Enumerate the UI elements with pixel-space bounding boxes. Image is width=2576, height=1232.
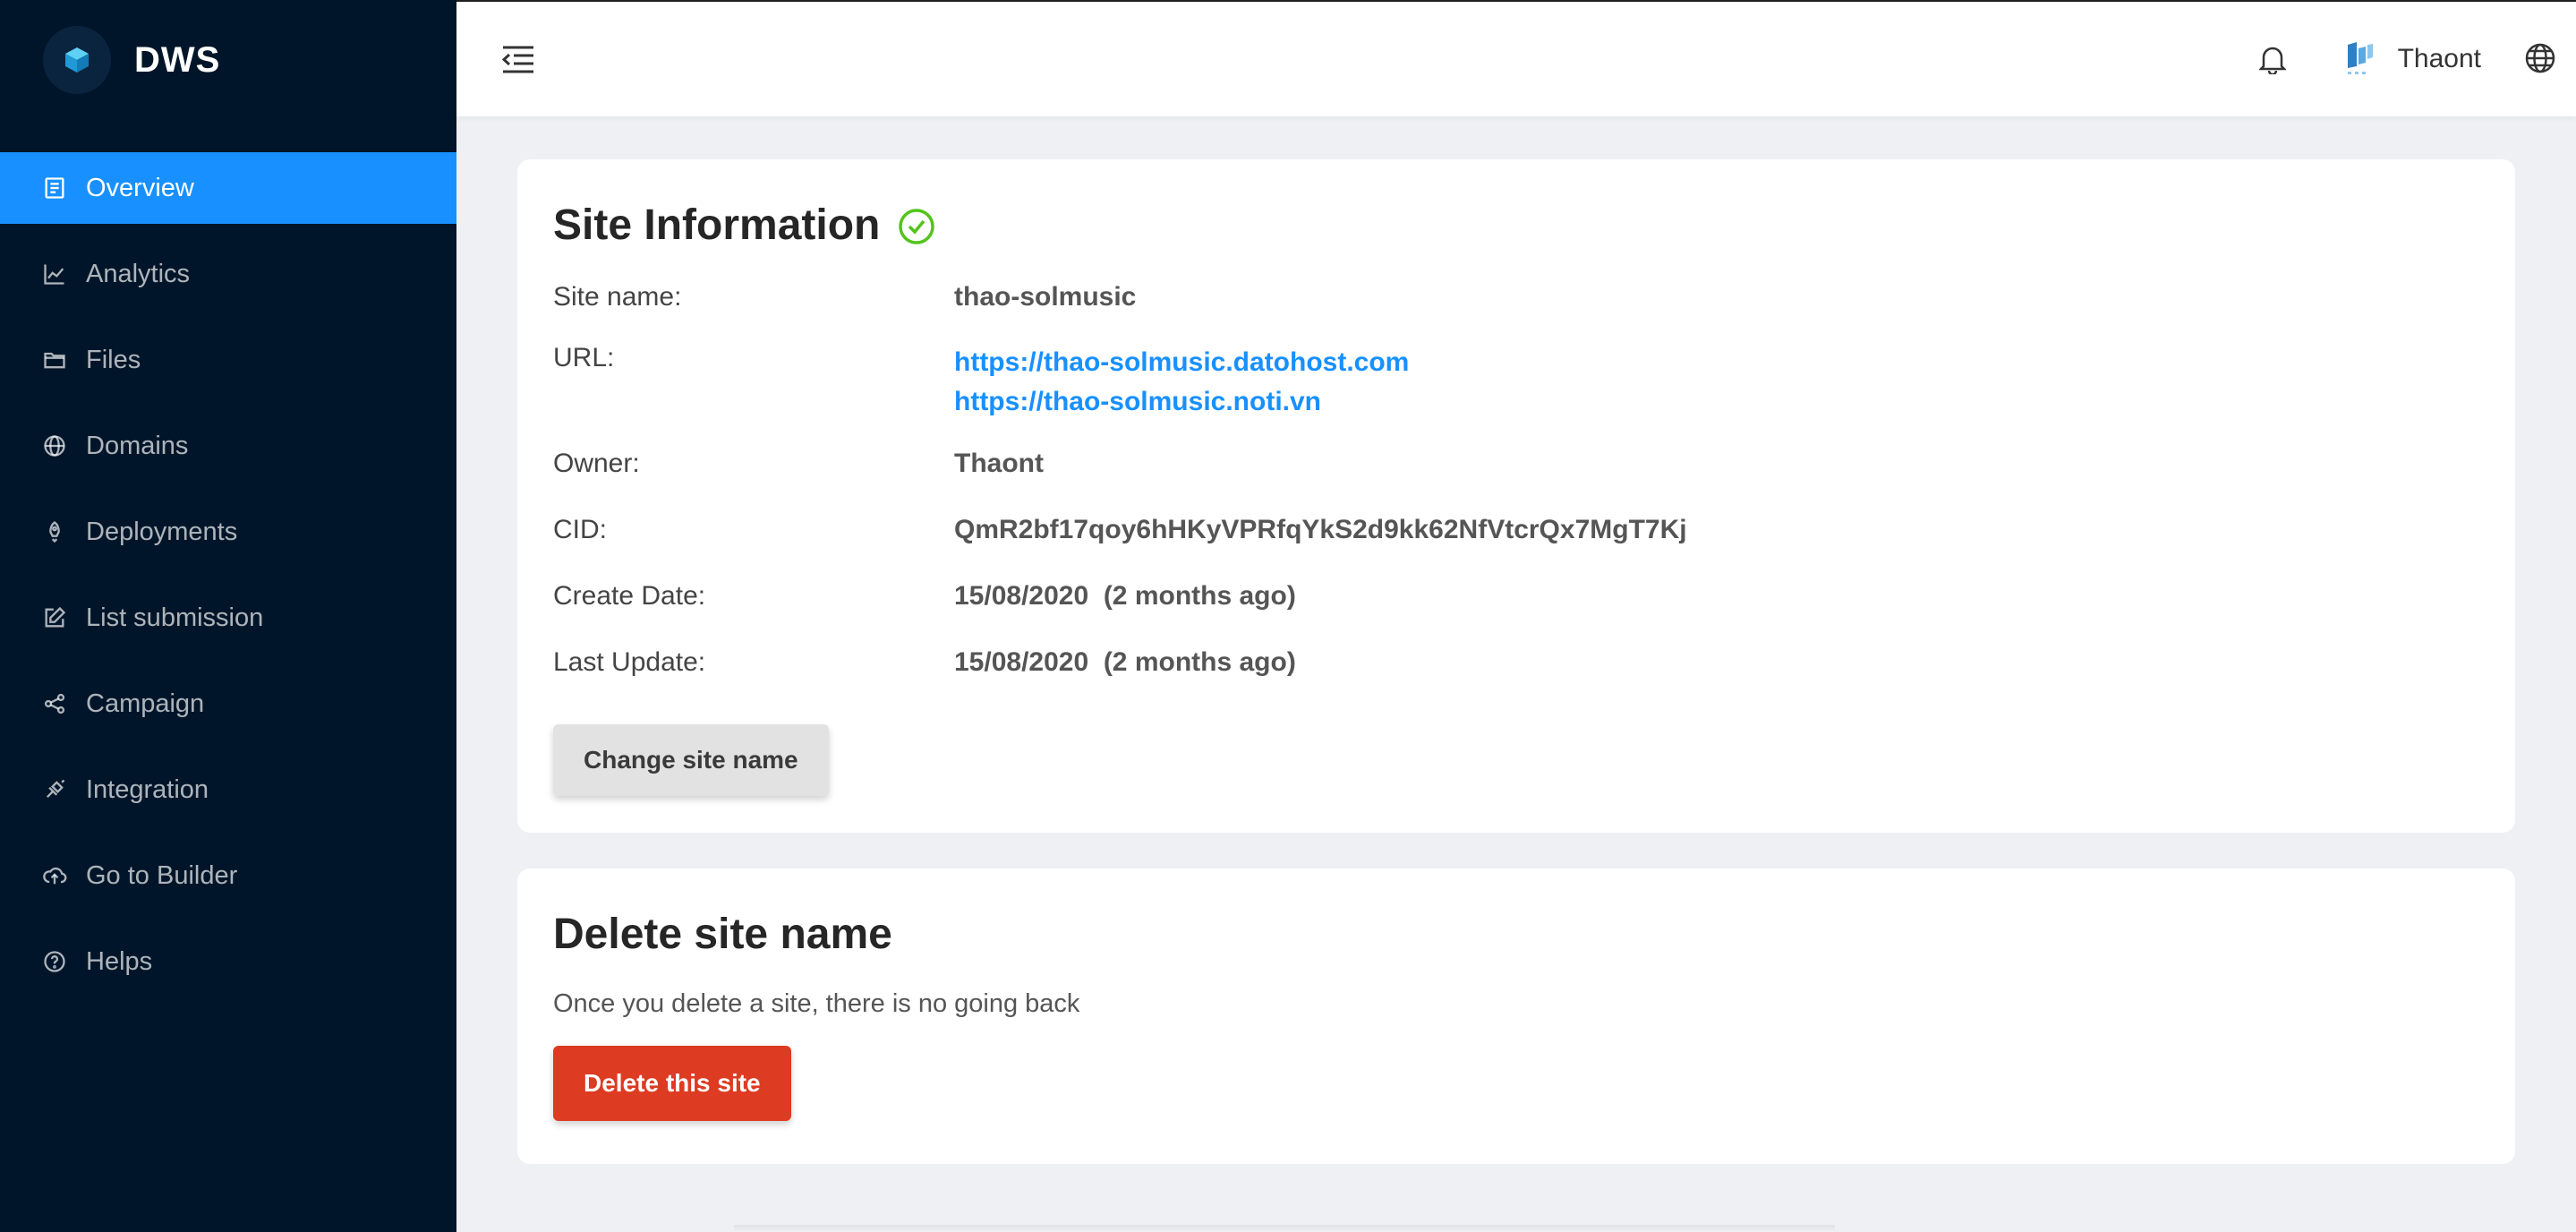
app: DWS Overview Analytics Files Domains Dep… [0, 0, 2576, 1232]
card-title-text: Site Information [553, 201, 881, 249]
url-row: URL: https://thao-solmusic.datohost.com … [553, 343, 2479, 449]
top-header: Thaont [456, 0, 2576, 116]
sidebar-item-list-submission[interactable]: List submission [0, 582, 456, 654]
globe-language-icon[interactable] [2524, 42, 2558, 76]
last-update-label: Last Update: [553, 647, 706, 677]
sidebar-item-label: Files [86, 345, 141, 374]
sidebar-item-label: Deployments [86, 517, 238, 546]
menu-fold-icon[interactable] [499, 40, 537, 78]
url-label: URL: [553, 343, 615, 372]
site-url-link[interactable]: https://thao-solmusic.datohost.com [954, 343, 1409, 382]
share-icon [41, 690, 68, 717]
sidebar-item-integration[interactable]: Integration [0, 754, 456, 826]
cid-row: CID: QmR2bf17qoy6hHKyVPRfqYkS2d9kk62NfVt… [553, 515, 2479, 581]
cid-value: QmR2bf17qoy6hHKyVPRfqYkS2d9kk62NfVtcrQx7… [954, 515, 1687, 544]
create-date-label: Create Date: [553, 581, 706, 611]
sidebar-item-label: List submission [86, 603, 264, 632]
sidebar-item-domains[interactable]: Domains [0, 410, 456, 482]
avatar[interactable] [2342, 39, 2378, 79]
sidebar-item-label: Domains [86, 431, 189, 460]
site-name-label: Site name: [553, 282, 682, 312]
bottom-divider [734, 1225, 1835, 1232]
main-content: Site Information Site name: thao-solmusi… [517, 159, 2515, 1200]
cloud-upload-icon [41, 862, 68, 889]
delete-site-title: Delete site name [553, 911, 892, 958]
sidebar-item-deployments[interactable]: Deployments [0, 496, 456, 568]
create-date-value: 15/08/2020 (2 months ago) [954, 581, 1296, 611]
sidebar-item-go-to-builder[interactable]: Go to Builder [0, 840, 456, 911]
change-site-name-button[interactable]: Change site name [553, 724, 829, 796]
site-name-value: thao-solmusic [954, 282, 1137, 312]
rocket-icon [41, 518, 68, 545]
sidebar-item-label: Helps [86, 946, 153, 976]
line-chart-icon [41, 261, 68, 287]
edit-icon [41, 604, 68, 631]
question-circle-icon [41, 948, 68, 975]
bell-icon[interactable] [2256, 43, 2289, 75]
cube-logo-icon [43, 26, 111, 94]
create-date-row: Create Date: 15/08/2020 (2 months ago) [553, 581, 2479, 647]
sidebar-item-files[interactable]: Files [0, 324, 456, 396]
sidebar-item-label: Campaign [86, 689, 205, 718]
username[interactable]: Thaont [2398, 44, 2481, 74]
last-update-value: 15/08/2020 (2 months ago) [954, 647, 1296, 677]
owner-label: Owner: [553, 449, 640, 478]
sidebar: DWS Overview Analytics Files Domains Dep… [0, 0, 456, 1232]
document-icon [41, 175, 68, 201]
sidebar-menu: Overview Analytics Files Domains Deploym… [0, 152, 456, 997]
sidebar-item-label: Go to Builder [86, 860, 238, 890]
api-icon [41, 776, 68, 803]
globe-icon [41, 432, 68, 459]
delete-site-card: Delete site name Once you delete a site,… [517, 868, 2515, 1164]
site-name-row: Site name: thao-solmusic [553, 282, 2479, 348]
site-information-card: Site Information Site name: thao-solmusi… [517, 159, 2515, 833]
cid-label: CID: [553, 515, 607, 544]
check-circle-icon [898, 207, 935, 244]
sidebar-item-helps[interactable]: Helps [0, 926, 456, 997]
brand[interactable]: DWS [0, 0, 456, 120]
site-information-title: Site Information [553, 201, 2479, 250]
site-url-link[interactable]: https://thao-solmusic.noti.vn [954, 382, 1409, 422]
last-update-row: Last Update: 15/08/2020 (2 months ago) [553, 647, 2479, 714]
site-info-list: Site name: thao-solmusic URL: https://th… [553, 282, 2479, 714]
brand-name: DWS [134, 39, 221, 80]
header-right: Thaont [2256, 39, 2558, 79]
owner-row: Owner: Thaont [553, 449, 2479, 515]
sidebar-item-label: Integration [86, 774, 209, 804]
url-list: https://thao-solmusic.datohost.com https… [954, 343, 1409, 449]
folder-icon [41, 346, 68, 373]
owner-value: Thaont [954, 449, 1044, 478]
delete-site-button[interactable]: Delete this site [553, 1046, 791, 1121]
sidebar-item-campaign[interactable]: Campaign [0, 668, 456, 740]
sidebar-item-overview[interactable]: Overview [0, 152, 456, 224]
sidebar-item-analytics[interactable]: Analytics [0, 238, 456, 310]
sidebar-item-label: Analytics [86, 259, 191, 288]
delete-site-description: Once you delete a site, there is no goin… [553, 989, 1080, 1018]
sidebar-item-label: Overview [86, 173, 194, 202]
